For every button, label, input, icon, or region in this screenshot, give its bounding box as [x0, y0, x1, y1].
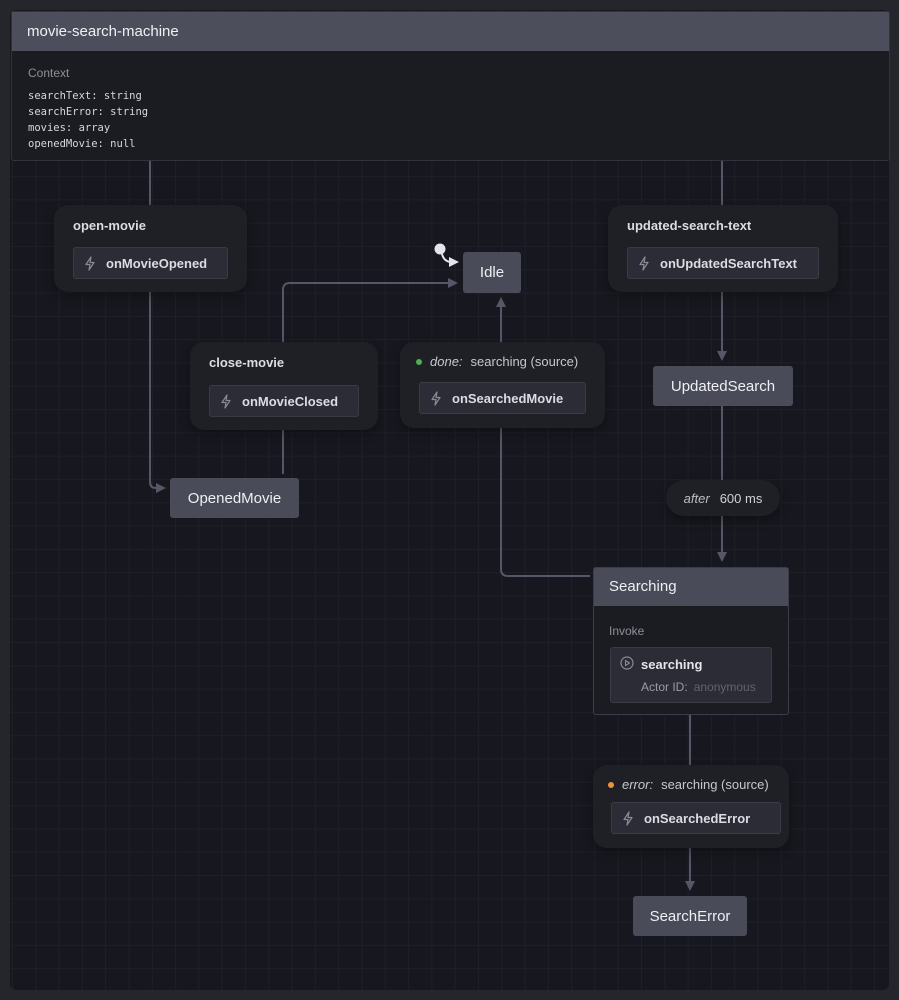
status-dot-error: [608, 781, 614, 788]
actor-id-label: Actor ID:: [641, 680, 688, 694]
context-item: searchError: string: [28, 106, 149, 118]
event-source: error: searching (source): [608, 777, 769, 792]
context-label: Context: [28, 66, 70, 80]
context-item: openedMovie: null: [28, 138, 136, 150]
event-source-name: searching (source): [470, 354, 579, 369]
play-circle-icon: [620, 656, 634, 670]
event-after-delay[interactable]: after 600 ms: [666, 480, 780, 516]
event-title: updated-search-text: [627, 218, 752, 233]
event-error-searching[interactable]: error: searching (source) onSearchedErro…: [593, 765, 789, 848]
action-on-movie-closed[interactable]: onMovieClosed: [209, 385, 359, 417]
actor-id: Actor ID: anonymous: [641, 680, 756, 694]
invoke-label: Invoke: [609, 624, 645, 638]
context-item: searchText: string: [28, 90, 142, 102]
state-idle[interactable]: Idle: [463, 252, 521, 293]
action-label: onUpdatedSearchText: [660, 255, 798, 271]
context-list: searchText: string searchError: string m…: [28, 88, 889, 152]
bolt-icon: [431, 390, 441, 406]
event-title: open-movie: [73, 218, 146, 233]
machine-node[interactable]: movie-search-machine Context searchText:…: [11, 11, 890, 161]
event-keyword: after: [683, 490, 710, 506]
action-label: onMovieClosed: [242, 393, 339, 409]
invoke-actor[interactable]: searching Actor ID: anonymous: [610, 647, 772, 703]
event-source-name: searching (source): [661, 777, 769, 792]
state-opened-movie[interactable]: OpenedMovie: [170, 478, 299, 518]
action-on-searched-error[interactable]: onSearchedError: [611, 802, 781, 834]
event-keyword: error:: [622, 777, 654, 792]
action-label: onSearchedError: [644, 810, 751, 826]
event-close-movie[interactable]: close-movie onMovieClosed: [190, 342, 378, 430]
event-source: done: searching (source): [416, 354, 578, 369]
event-keyword: done:: [430, 354, 463, 369]
event-delay: 600 ms: [719, 490, 763, 506]
action-label: onSearchedMovie: [452, 390, 564, 406]
event-updated-search-text[interactable]: updated-search-text onUpdatedSearchText: [608, 205, 838, 292]
action-label: onMovieOpened: [106, 255, 208, 271]
event-done-searching[interactable]: done: searching (source) onSearchedMovie: [400, 342, 605, 428]
bolt-icon: [85, 255, 95, 271]
state-search-error[interactable]: SearchError: [633, 896, 747, 936]
action-on-updated-search-text[interactable]: onUpdatedSearchText: [627, 247, 819, 279]
action-on-movie-opened[interactable]: onMovieOpened: [73, 247, 228, 279]
bolt-icon: [639, 255, 649, 271]
bolt-icon: [623, 810, 633, 826]
state-title: Searching: [594, 568, 788, 606]
state-searching[interactable]: Searching Invoke searching Actor ID: anon…: [593, 567, 789, 715]
status-dot-done: [416, 358, 422, 365]
state-updated-search[interactable]: UpdatedSearch: [653, 366, 793, 406]
event-open-movie[interactable]: open-movie onMovieOpened: [54, 205, 247, 292]
bolt-icon: [221, 393, 231, 409]
machine-title: movie-search-machine: [12, 12, 889, 51]
invoke-name: searching: [641, 657, 703, 672]
action-on-searched-movie[interactable]: onSearchedMovie: [419, 382, 586, 414]
actor-id-value: anonymous: [693, 680, 756, 694]
event-title: close-movie: [209, 355, 285, 370]
context-item: movies: array: [28, 122, 111, 134]
